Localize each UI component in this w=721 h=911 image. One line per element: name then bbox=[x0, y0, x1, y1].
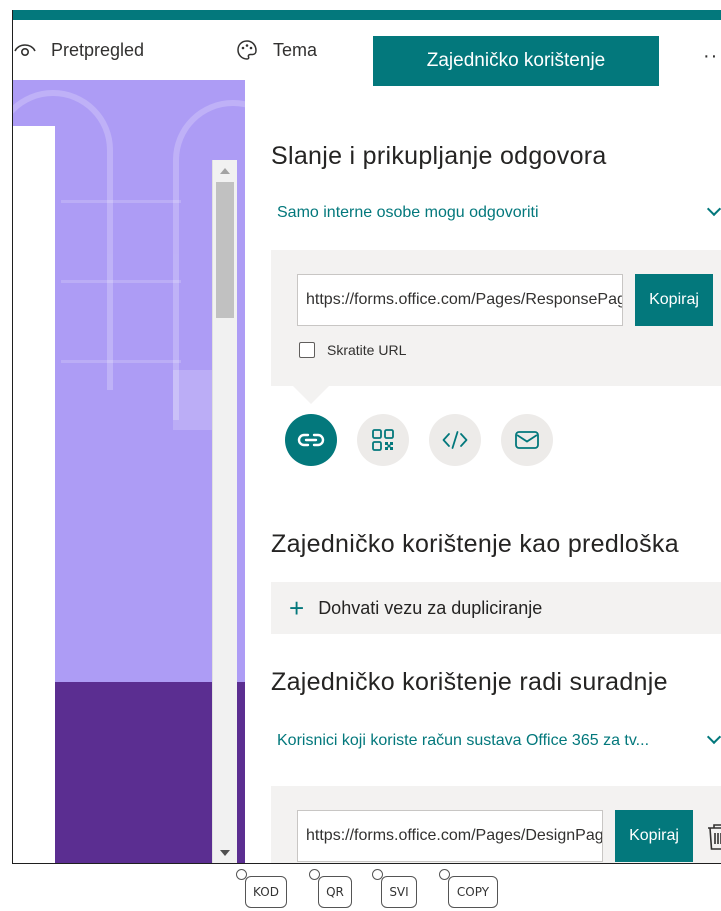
qr-code-option-button[interactable] bbox=[357, 414, 409, 466]
toolbar: Pretpregled Tema Zajedničko korištenje ·… bbox=[13, 20, 721, 86]
email-option-button[interactable] bbox=[501, 414, 553, 466]
embed-code-icon bbox=[442, 431, 468, 449]
template-section-title: Zajedničko korištenje kao predloška bbox=[271, 530, 679, 558]
collab-permission-dropdown[interactable]: Korisnici koji koriste račun sustava Off… bbox=[277, 732, 649, 750]
collab-link-box: https://forms.office.com/Pages/DesignPag… bbox=[271, 786, 721, 863]
more-options-button[interactable]: ·· bbox=[703, 26, 718, 86]
theme-button[interactable]: Tema bbox=[235, 20, 317, 80]
window-mullion bbox=[61, 280, 181, 283]
window-mullion bbox=[61, 200, 181, 203]
link-icon bbox=[297, 433, 325, 447]
send-permission-dropdown[interactable]: Samo interne osobe mogu odgovoriti bbox=[277, 204, 539, 222]
trash-icon[interactable] bbox=[705, 822, 721, 852]
shorten-url-checkbox[interactable]: Skratite URL bbox=[299, 342, 406, 358]
bottom-tag-kod[interactable]: KOD bbox=[245, 876, 287, 908]
link-option-button[interactable] bbox=[285, 414, 337, 466]
scroll-down-arrow-icon[interactable] bbox=[220, 850, 230, 856]
response-url-field[interactable]: https://forms.office.com/Pages/ResponseP… bbox=[297, 274, 623, 326]
bottom-tag-qr[interactable]: QR bbox=[318, 876, 352, 908]
shorten-url-label: Skratite URL bbox=[327, 342, 407, 358]
chevron-down-icon[interactable] bbox=[706, 201, 721, 217]
collab-url-field[interactable]: https://forms.office.com/Pages/DesignPag… bbox=[297, 810, 603, 862]
bottom-tag-copy[interactable]: COPY bbox=[448, 876, 498, 908]
eye-icon bbox=[13, 38, 37, 62]
copy-response-link-button[interactable]: Kopiraj bbox=[635, 274, 713, 326]
scroll-up-arrow-icon[interactable] bbox=[220, 168, 230, 174]
form-preview-pane bbox=[13, 80, 245, 863]
get-duplicate-link-button[interactable]: + Dohvati vezu za dupliciranje bbox=[271, 582, 721, 634]
preview-button[interactable]: Pretpregled bbox=[13, 20, 144, 80]
bottom-tag-svi[interactable]: SVI bbox=[381, 876, 417, 908]
theme-label: Tema bbox=[273, 39, 318, 60]
scroll-thumb[interactable] bbox=[216, 182, 234, 318]
top-accent-bar bbox=[13, 10, 721, 20]
more-icon: ·· bbox=[703, 44, 719, 67]
send-section-title: Slanje i prikupljanje odgovora bbox=[271, 142, 607, 170]
palette-icon bbox=[235, 38, 259, 62]
send-link-box: https://forms.office.com/Pages/ResponseP… bbox=[271, 250, 721, 386]
window-block bbox=[173, 370, 213, 430]
form-card-preview bbox=[13, 126, 55, 863]
email-icon bbox=[515, 431, 539, 449]
chevron-down-icon[interactable] bbox=[706, 729, 721, 745]
share-panel: Slanje i prikupljanje odgovora Samo inte… bbox=[271, 80, 721, 863]
embed-option-button[interactable] bbox=[429, 414, 481, 466]
copy-collab-link-button[interactable]: Kopiraj bbox=[615, 810, 693, 862]
duplicate-link-label: Dohvati vezu za dupliciranje bbox=[318, 597, 543, 618]
preview-label: Pretpregled bbox=[51, 39, 145, 60]
share-label: Zajedničko korištenje bbox=[426, 50, 606, 71]
panel-pointer bbox=[293, 386, 329, 404]
collab-section-title: Zajedničko korištenje radi suradnje bbox=[271, 668, 668, 696]
forms-window: Pretpregled Tema Zajedničko korištenje ·… bbox=[12, 10, 721, 864]
plus-icon: + bbox=[289, 593, 305, 623]
preview-scrollbar[interactable] bbox=[212, 160, 237, 863]
share-tab[interactable]: Zajedničko korištenje bbox=[373, 36, 659, 86]
qr-code-icon bbox=[372, 429, 394, 451]
window-mullion bbox=[61, 360, 181, 363]
checkbox-box[interactable] bbox=[299, 342, 315, 358]
